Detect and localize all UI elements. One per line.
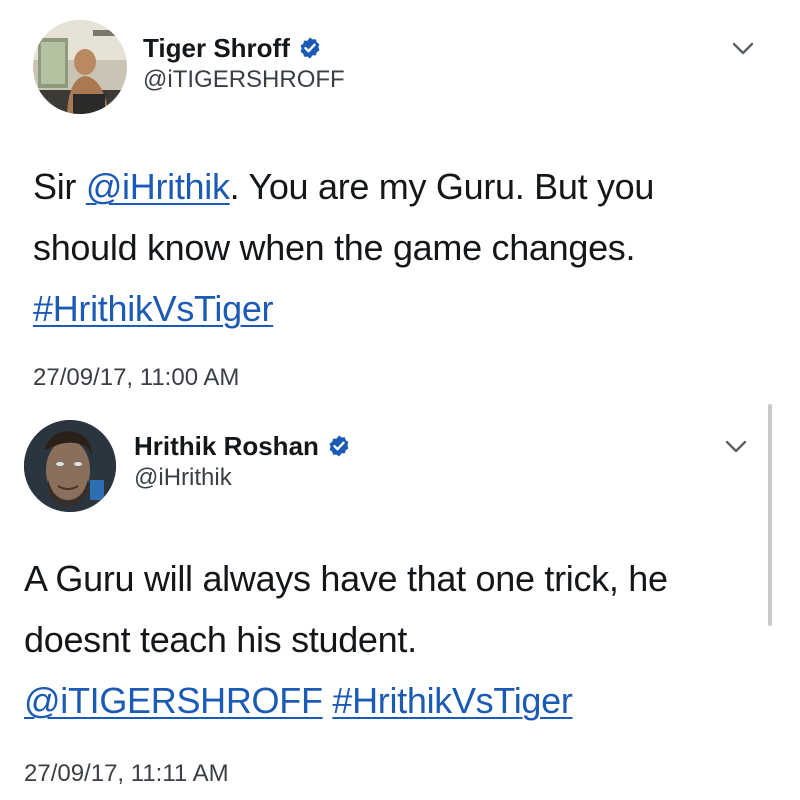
mention-link[interactable]: @iTIGERSHROFF [24,680,323,721]
avatar[interactable] [24,420,116,512]
display-name[interactable]: Hrithik Roshan [134,431,319,462]
tweet-text-line: @iTIGERSHROFF #HrithikVsTiger [24,670,774,731]
mention-link[interactable]: @iHrithik [86,166,230,207]
tweet-tiger-shroff[interactable]: Tiger Shroff @iTIGERSHROFF Sir @iHrithik… [0,0,800,402]
user-handle[interactable]: @iTIGERSHROFF [143,66,345,94]
author-row: Tiger Shroff [143,32,322,64]
tweet-timestamp[interactable]: 27/09/17, 11:11 AM [24,760,229,788]
tweet-text-line: should know when the game changes. [33,227,636,268]
tweet-text-line: Sir @iHrithik. You are my Guru. But you [33,156,783,217]
chevron-down-icon[interactable] [732,42,754,56]
display-name[interactable]: Tiger Shroff [143,33,290,64]
tweet-text-line: A Guru will always have that one trick, … [24,558,668,599]
tweet-hrithik-roshan[interactable]: Hrithik Roshan @iHrithik A Guru will alw… [0,402,800,800]
text-fragment: Sir [33,166,86,207]
chevron-down-icon[interactable] [725,440,747,454]
tweet-text: Sir @iHrithik. You are my Guru. But you … [33,156,783,339]
avatar-photo [33,20,127,114]
tweet-timestamp[interactable]: 27/09/17, 11:00 AM [33,364,239,392]
verified-badge-icon [300,37,320,59]
author-row: Hrithik Roshan [134,430,351,462]
avatar[interactable] [33,20,127,114]
tweet-text-line: doesnt teach his student. [24,619,417,660]
user-handle[interactable]: @iHrithik [134,464,232,492]
tweet-text: A Guru will always have that one trick, … [24,548,774,731]
scrollbar[interactable] [768,404,772,626]
hashtag-link[interactable]: #HrithikVsTiger [33,288,274,329]
verified-badge-icon [329,435,349,457]
text-fragment: . You are my Guru. But you [229,166,655,207]
hashtag-link[interactable]: #HrithikVsTiger [332,680,573,721]
avatar-photo [24,420,116,512]
tweet-text-line: #HrithikVsTiger [33,278,783,339]
